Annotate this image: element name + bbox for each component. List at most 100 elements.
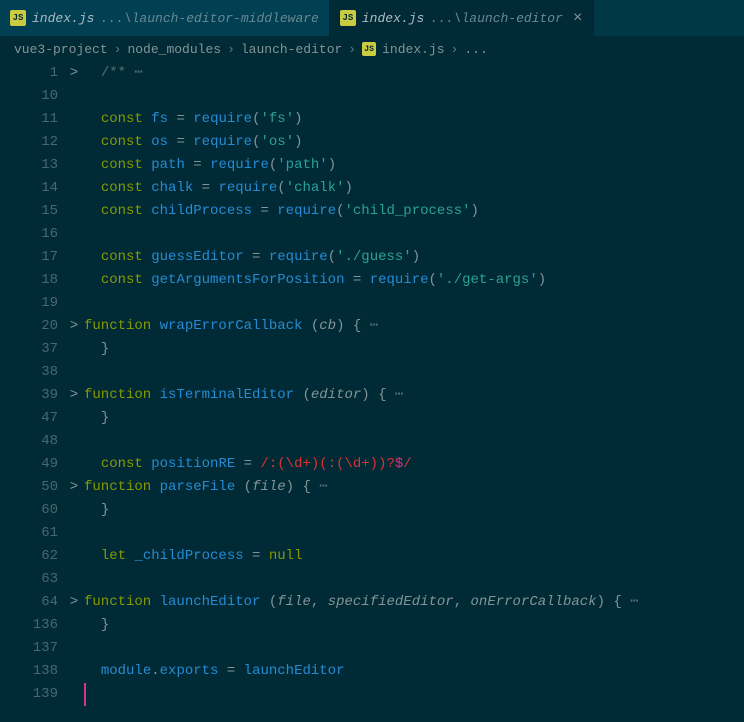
code-line[interactable]: [84, 361, 744, 384]
chevron-right-icon: ›: [348, 42, 356, 57]
fold-empty: [66, 683, 82, 706]
chevron-right-icon: ›: [451, 42, 459, 57]
code-line[interactable]: let _childProcess = null: [84, 545, 744, 568]
line-number: 62: [0, 545, 58, 568]
breadcrumb[interactable]: vue3-project › node_modules › launch-editor ›…: [0, 36, 744, 62]
code-line[interactable]: function isTerminalEditor (editor) { ⋯: [84, 384, 744, 407]
line-gutter: 1101112131415161718192037383947484950606…: [0, 62, 66, 722]
fold-empty: [66, 131, 82, 154]
line-number: 18: [0, 269, 58, 292]
breadcrumb-segment[interactable]: node_modules: [127, 42, 221, 57]
line-number: 137: [0, 637, 58, 660]
code-line[interactable]: function parseFile (file) { ⋯: [84, 476, 744, 499]
fold-empty: [66, 361, 82, 384]
code-line[interactable]: function launchEditor (file, specifiedEd…: [84, 591, 744, 614]
fold-empty: [66, 545, 82, 568]
breadcrumb-segment[interactable]: launch-editor: [241, 42, 342, 57]
fold-empty: [66, 338, 82, 361]
fold-empty: [66, 200, 82, 223]
code-line[interactable]: const guessEditor = require('./guess'): [84, 246, 744, 269]
line-number: 136: [0, 614, 58, 637]
fold-empty: [66, 85, 82, 108]
fold-empty: [66, 430, 82, 453]
breadcrumb-segment[interactable]: vue3-project: [14, 42, 108, 57]
code-line[interactable]: const positionRE = /:(\d+)(:(\d+))?$/: [84, 453, 744, 476]
fold-empty: [66, 269, 82, 292]
fold-empty: [66, 154, 82, 177]
line-number: 12: [0, 131, 58, 154]
fold-empty: [66, 568, 82, 591]
tab-0[interactable]: JS index.js ...\launch-editor-middleware: [0, 0, 330, 36]
fold-empty: [66, 499, 82, 522]
code-line[interactable]: /** ⋯: [84, 62, 744, 85]
fold-empty: [66, 522, 82, 545]
fold-chevron-icon[interactable]: >: [66, 476, 82, 499]
fold-empty: [66, 660, 82, 683]
line-number: 48: [0, 430, 58, 453]
code-line[interactable]: [84, 292, 744, 315]
line-number: 139: [0, 683, 58, 706]
line-number: 50: [0, 476, 58, 499]
code-line[interactable]: [84, 683, 744, 706]
fold-chevron-icon[interactable]: >: [66, 62, 82, 85]
editor[interactable]: 1101112131415161718192037383947484950606…: [0, 62, 744, 722]
code-line[interactable]: module.exports = launchEditor: [84, 660, 744, 683]
chevron-right-icon: ›: [227, 42, 235, 57]
code-line[interactable]: }: [84, 338, 744, 361]
line-number: 14: [0, 177, 58, 200]
fold-empty: [66, 292, 82, 315]
close-icon[interactable]: ×: [573, 9, 583, 27]
fold-empty: [66, 108, 82, 131]
line-number: 47: [0, 407, 58, 430]
line-number: 13: [0, 154, 58, 177]
line-number: 63: [0, 568, 58, 591]
js-file-icon: JS: [10, 10, 26, 26]
code-line[interactable]: [84, 223, 744, 246]
fold-chevron-icon[interactable]: >: [66, 384, 82, 407]
line-number: 19: [0, 292, 58, 315]
tab-label: index.js: [362, 11, 424, 26]
fold-chevron-icon[interactable]: >: [66, 315, 82, 338]
line-number: 1: [0, 62, 58, 85]
fold-empty: [66, 407, 82, 430]
fold-empty: [66, 637, 82, 660]
tab-subpath: ...\launch-editor: [430, 11, 563, 26]
js-file-icon: JS: [362, 42, 376, 56]
line-number: 10: [0, 85, 58, 108]
fold-empty: [66, 614, 82, 637]
code-line[interactable]: const getArgumentsForPosition = require(…: [84, 269, 744, 292]
fold-empty: [66, 223, 82, 246]
breadcrumb-segment[interactable]: index.js: [382, 42, 444, 57]
code-line[interactable]: const childProcess = require('child_proc…: [84, 200, 744, 223]
fold-chevron-icon[interactable]: >: [66, 591, 82, 614]
line-number: 11: [0, 108, 58, 131]
tab-1[interactable]: JS index.js ...\launch-editor ×: [330, 0, 594, 36]
code-line[interactable]: [84, 522, 744, 545]
line-number: 37: [0, 338, 58, 361]
js-file-icon: JS: [340, 10, 356, 26]
code-line[interactable]: const chalk = require('chalk'): [84, 177, 744, 200]
code-area[interactable]: /** ⋯ const fs = require('fs') const os …: [82, 62, 744, 722]
breadcrumb-segment[interactable]: ...: [464, 42, 487, 57]
tab-label: index.js: [32, 11, 94, 26]
code-line[interactable]: }: [84, 499, 744, 522]
code-line[interactable]: }: [84, 407, 744, 430]
code-line[interactable]: [84, 85, 744, 108]
line-number: 16: [0, 223, 58, 246]
line-number: 64: [0, 591, 58, 614]
code-line[interactable]: const path = require('path'): [84, 154, 744, 177]
code-line[interactable]: [84, 430, 744, 453]
fold-column[interactable]: > > > > >: [66, 62, 82, 722]
code-line[interactable]: const os = require('os'): [84, 131, 744, 154]
code-line[interactable]: const fs = require('fs'): [84, 108, 744, 131]
code-line[interactable]: [84, 568, 744, 591]
code-line[interactable]: function wrapErrorCallback (cb) { ⋯: [84, 315, 744, 338]
fold-empty: [66, 246, 82, 269]
line-number: 138: [0, 660, 58, 683]
line-number: 15: [0, 200, 58, 223]
tab-subpath: ...\launch-editor-middleware: [100, 11, 318, 26]
code-line[interactable]: [84, 637, 744, 660]
code-line[interactable]: }: [84, 614, 744, 637]
line-number: 60: [0, 499, 58, 522]
line-number: 39: [0, 384, 58, 407]
